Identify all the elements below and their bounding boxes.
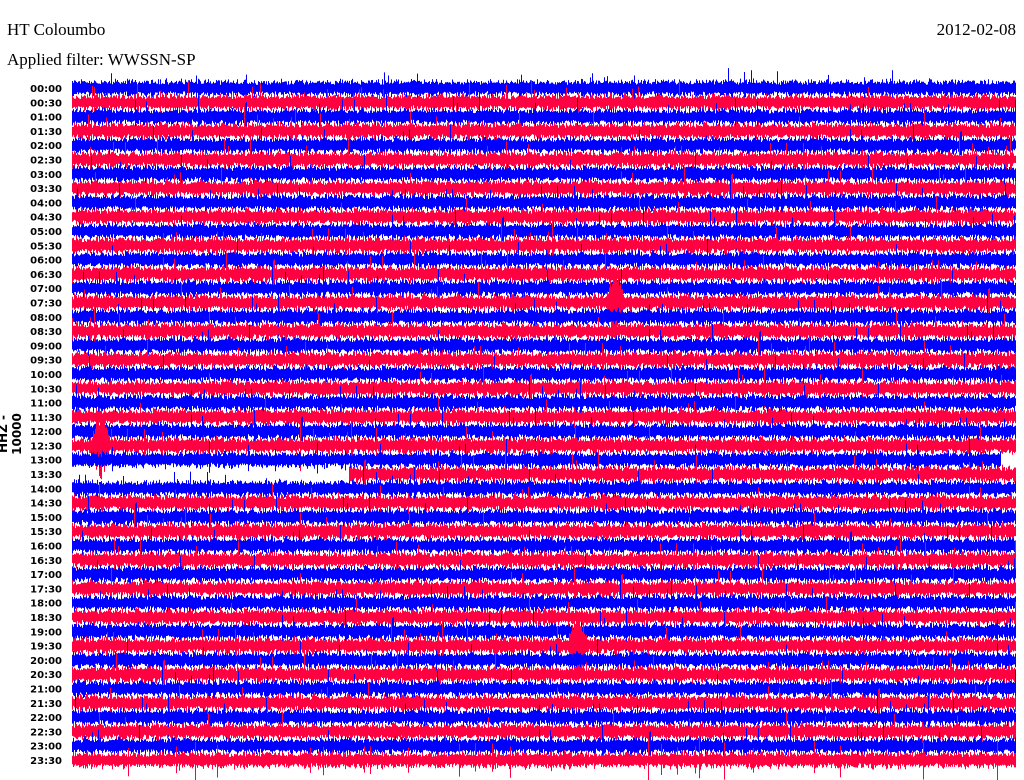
time-tick-label: 21:00 (30, 685, 62, 696)
time-tick-label: 04:30 (30, 213, 62, 224)
time-tick-label: 15:00 (30, 513, 62, 524)
time-tick-label: 19:00 (30, 627, 62, 638)
time-tick-label: 17:00 (30, 570, 62, 581)
time-tick-label: 16:30 (30, 556, 62, 567)
time-tick-label: 13:00 (30, 456, 62, 467)
time-tick-label: 11:30 (30, 413, 62, 424)
time-tick-label: 20:30 (30, 670, 62, 681)
time-tick-label: 18:00 (30, 599, 62, 610)
time-tick-label: 12:00 (30, 427, 62, 438)
time-tick-label: 22:30 (30, 727, 62, 738)
time-tick-label: 06:30 (30, 270, 62, 281)
time-tick-label: 07:30 (30, 298, 62, 309)
time-tick-label: 07:00 (30, 284, 62, 295)
helicorder-plot: 00:00 00:30 01:00 01:30 02:00 02:30 03:00 03:30… (30, 68, 1016, 780)
time-tick-label: 20:00 (30, 656, 62, 667)
time-tick-label: 21:30 (30, 699, 62, 710)
time-tick-label: 01:00 (30, 113, 62, 124)
time-tick-label: 15:30 (30, 527, 62, 538)
time-tick-label: 02:00 (30, 141, 62, 152)
time-tick-label: 16:00 (30, 542, 62, 553)
time-tick-label: 09:00 (30, 341, 62, 352)
time-tick-label: 14:30 (30, 499, 62, 510)
time-tick-label: 10:30 (30, 384, 62, 395)
time-tick-label: 03:30 (30, 184, 62, 195)
time-tick-label: 22:00 (30, 713, 62, 724)
time-tick-label: 04:00 (30, 198, 62, 209)
time-tick-label: 08:00 (30, 313, 62, 324)
time-tick-label: 23:00 (30, 742, 62, 753)
time-tick-label: 08:30 (30, 327, 62, 338)
time-tick-label: 23:30 (30, 756, 62, 767)
time-tick-label: 01:30 (30, 127, 62, 138)
time-tick-label: 10:00 (30, 370, 62, 381)
time-tick-label: 14:00 (30, 484, 62, 495)
time-tick-label: 03:00 (30, 170, 62, 181)
time-tick-label: 02:30 (30, 155, 62, 166)
time-tick-label: 18:30 (30, 613, 62, 624)
time-tick-label: 05:00 (30, 227, 62, 238)
time-tick-label: 06:00 (30, 256, 62, 267)
time-tick-label: 19:30 (30, 642, 62, 653)
time-tick-label: 17:30 (30, 584, 62, 595)
time-tick-label: 12:30 (30, 441, 62, 452)
time-tick-label: 00:30 (30, 98, 62, 109)
time-tick-label: 13:30 (30, 470, 62, 481)
time-tick-label: 05:30 (30, 241, 62, 252)
time-tick-label: 00:00 (30, 84, 62, 95)
time-tick-label: 09:30 (30, 356, 62, 367)
time-tick-label: 11:00 (30, 399, 62, 410)
